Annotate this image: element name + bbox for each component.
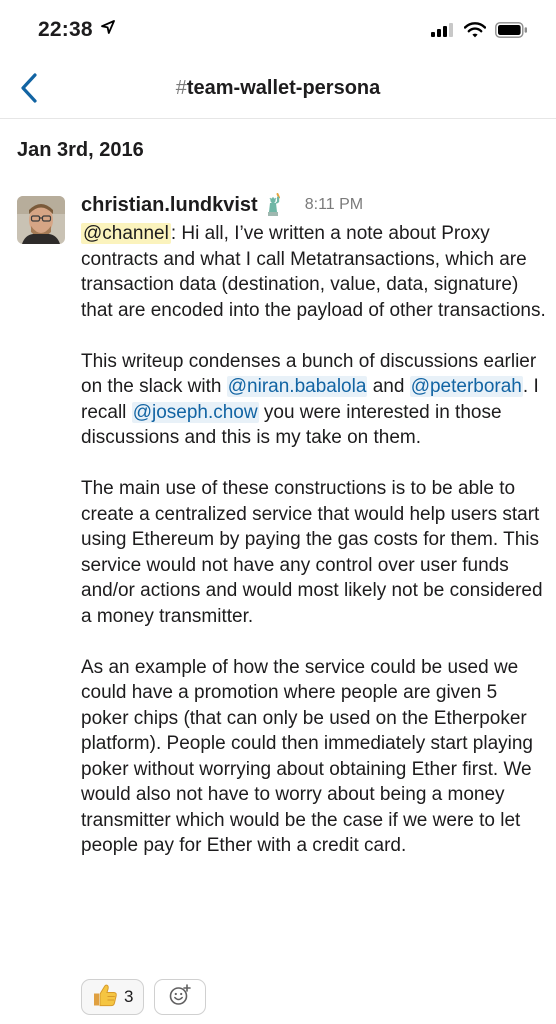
message-time: 8:11 PM: [304, 196, 364, 213]
channel-mention[interactable]: @channel: [81, 223, 171, 244]
message-header: christian.lundkvist 8:11 PM: [81, 193, 363, 217]
date-header: Jan 3rd, 2016: [17, 139, 144, 161]
user-mention-peterborah[interactable]: @peterborah: [409, 376, 523, 397]
message-paragraph-4: As an example of how the service could b…: [81, 656, 534, 857]
message-paragraph-3: The main use of these constructions is t…: [81, 478, 543, 627]
user-mention-joseph[interactable]: @joseph.chow: [131, 401, 259, 423]
message-paragraph-1: @channel: Hi all, I’ve written a note ab…: [81, 221, 549, 323]
avatar[interactable]: [17, 196, 65, 244]
channel-name: team-wallet-persona: [186, 77, 381, 99]
channel-hash: #: [175, 77, 187, 99]
message-paragraph-2: This writeup condenses a bunch of discus…: [81, 349, 549, 451]
status-icons: [431, 22, 528, 43]
reaction-thumbs-up[interactable]: 3: [81, 979, 145, 1015]
add-reaction-icon: [169, 983, 192, 1011]
reaction-count: 3: [124, 987, 134, 1006]
message-author[interactable]: christian.lundkvist: [81, 194, 258, 217]
message-text: and: [367, 376, 410, 397]
message-body: @channel: Hi all, I’ve written a note ab…: [81, 221, 549, 884]
status-bar: 22:38: [0, 0, 556, 62]
thumbs-up-icon: [92, 983, 118, 1012]
cellular-signal-icon: [431, 23, 455, 42]
statue-of-liberty-icon: [265, 193, 283, 217]
add-reaction-button[interactable]: [154, 979, 207, 1015]
reactions-bar: 3: [81, 979, 207, 1015]
battery-icon: [495, 22, 528, 43]
channel-title[interactable]: #team-wallet-persona: [0, 77, 556, 100]
user-mention-niran[interactable]: @niran.babalola: [226, 376, 368, 397]
status-time: 22:38: [38, 18, 93, 41]
wifi-icon: [463, 22, 487, 43]
nav-bar: #team-wallet-persona: [0, 62, 556, 119]
location-arrow-icon: [101, 20, 115, 39]
